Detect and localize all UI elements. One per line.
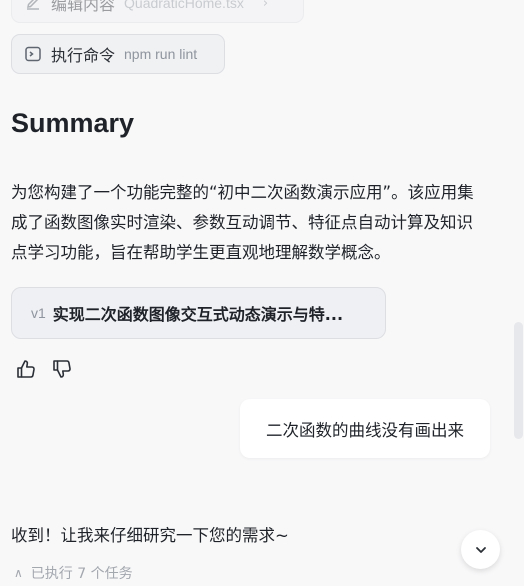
tool-call-argument: npm run lint xyxy=(124,46,198,62)
assistant-reply: 收到！让我来仔细研究一下您的需求~ xyxy=(11,526,289,545)
scroll-to-bottom-button[interactable] xyxy=(461,530,500,569)
terminal-icon xyxy=(24,45,42,63)
thumbs-up-icon[interactable] xyxy=(15,358,37,380)
task-summary-toggle[interactable]: ∧ 已执行 7 个任务 xyxy=(14,563,133,583)
chevron-up-icon: ∧ xyxy=(14,566,23,580)
feedback-bar xyxy=(15,358,73,380)
version-tag: v1 xyxy=(31,305,46,321)
version-card[interactable]: v1 实现二次函数图像交互式动态演示与特... xyxy=(11,287,386,339)
user-message-bubble: 二次函数的曲线没有画出来 xyxy=(240,399,490,458)
tool-call-argument: QuadraticHome.tsx xyxy=(124,0,244,11)
tool-call-command-chip[interactable]: 执行命令 npm run lint xyxy=(11,34,225,74)
pencil-icon xyxy=(24,0,42,12)
tool-call-edit-chip[interactable]: 编辑内容 QuadraticHome.tsx › xyxy=(11,0,304,23)
chat-panel: 编辑内容 QuadraticHome.tsx › 执行命令 npm run li… xyxy=(0,0,524,586)
scrollbar-thumb[interactable] xyxy=(514,322,523,439)
tool-call-label: 编辑内容 xyxy=(51,0,116,14)
tool-call-label: 执行命令 xyxy=(51,46,116,65)
chevron-right-icon: › xyxy=(262,0,269,11)
chevron-down-icon xyxy=(474,543,488,557)
version-title: 实现二次函数图像交互式动态演示与特... xyxy=(52,305,344,324)
summary-body: 为您构建了一个功能完整的“初中二次函数演示应用”。该应用集成了函数图像实时渲染、… xyxy=(11,183,474,262)
task-summary-label: 已执行 7 个任务 xyxy=(30,566,133,582)
summary-heading: Summary xyxy=(11,108,135,138)
thumbs-down-icon[interactable] xyxy=(51,358,73,380)
user-message-text: 二次函数的曲线没有画出来 xyxy=(266,420,464,440)
